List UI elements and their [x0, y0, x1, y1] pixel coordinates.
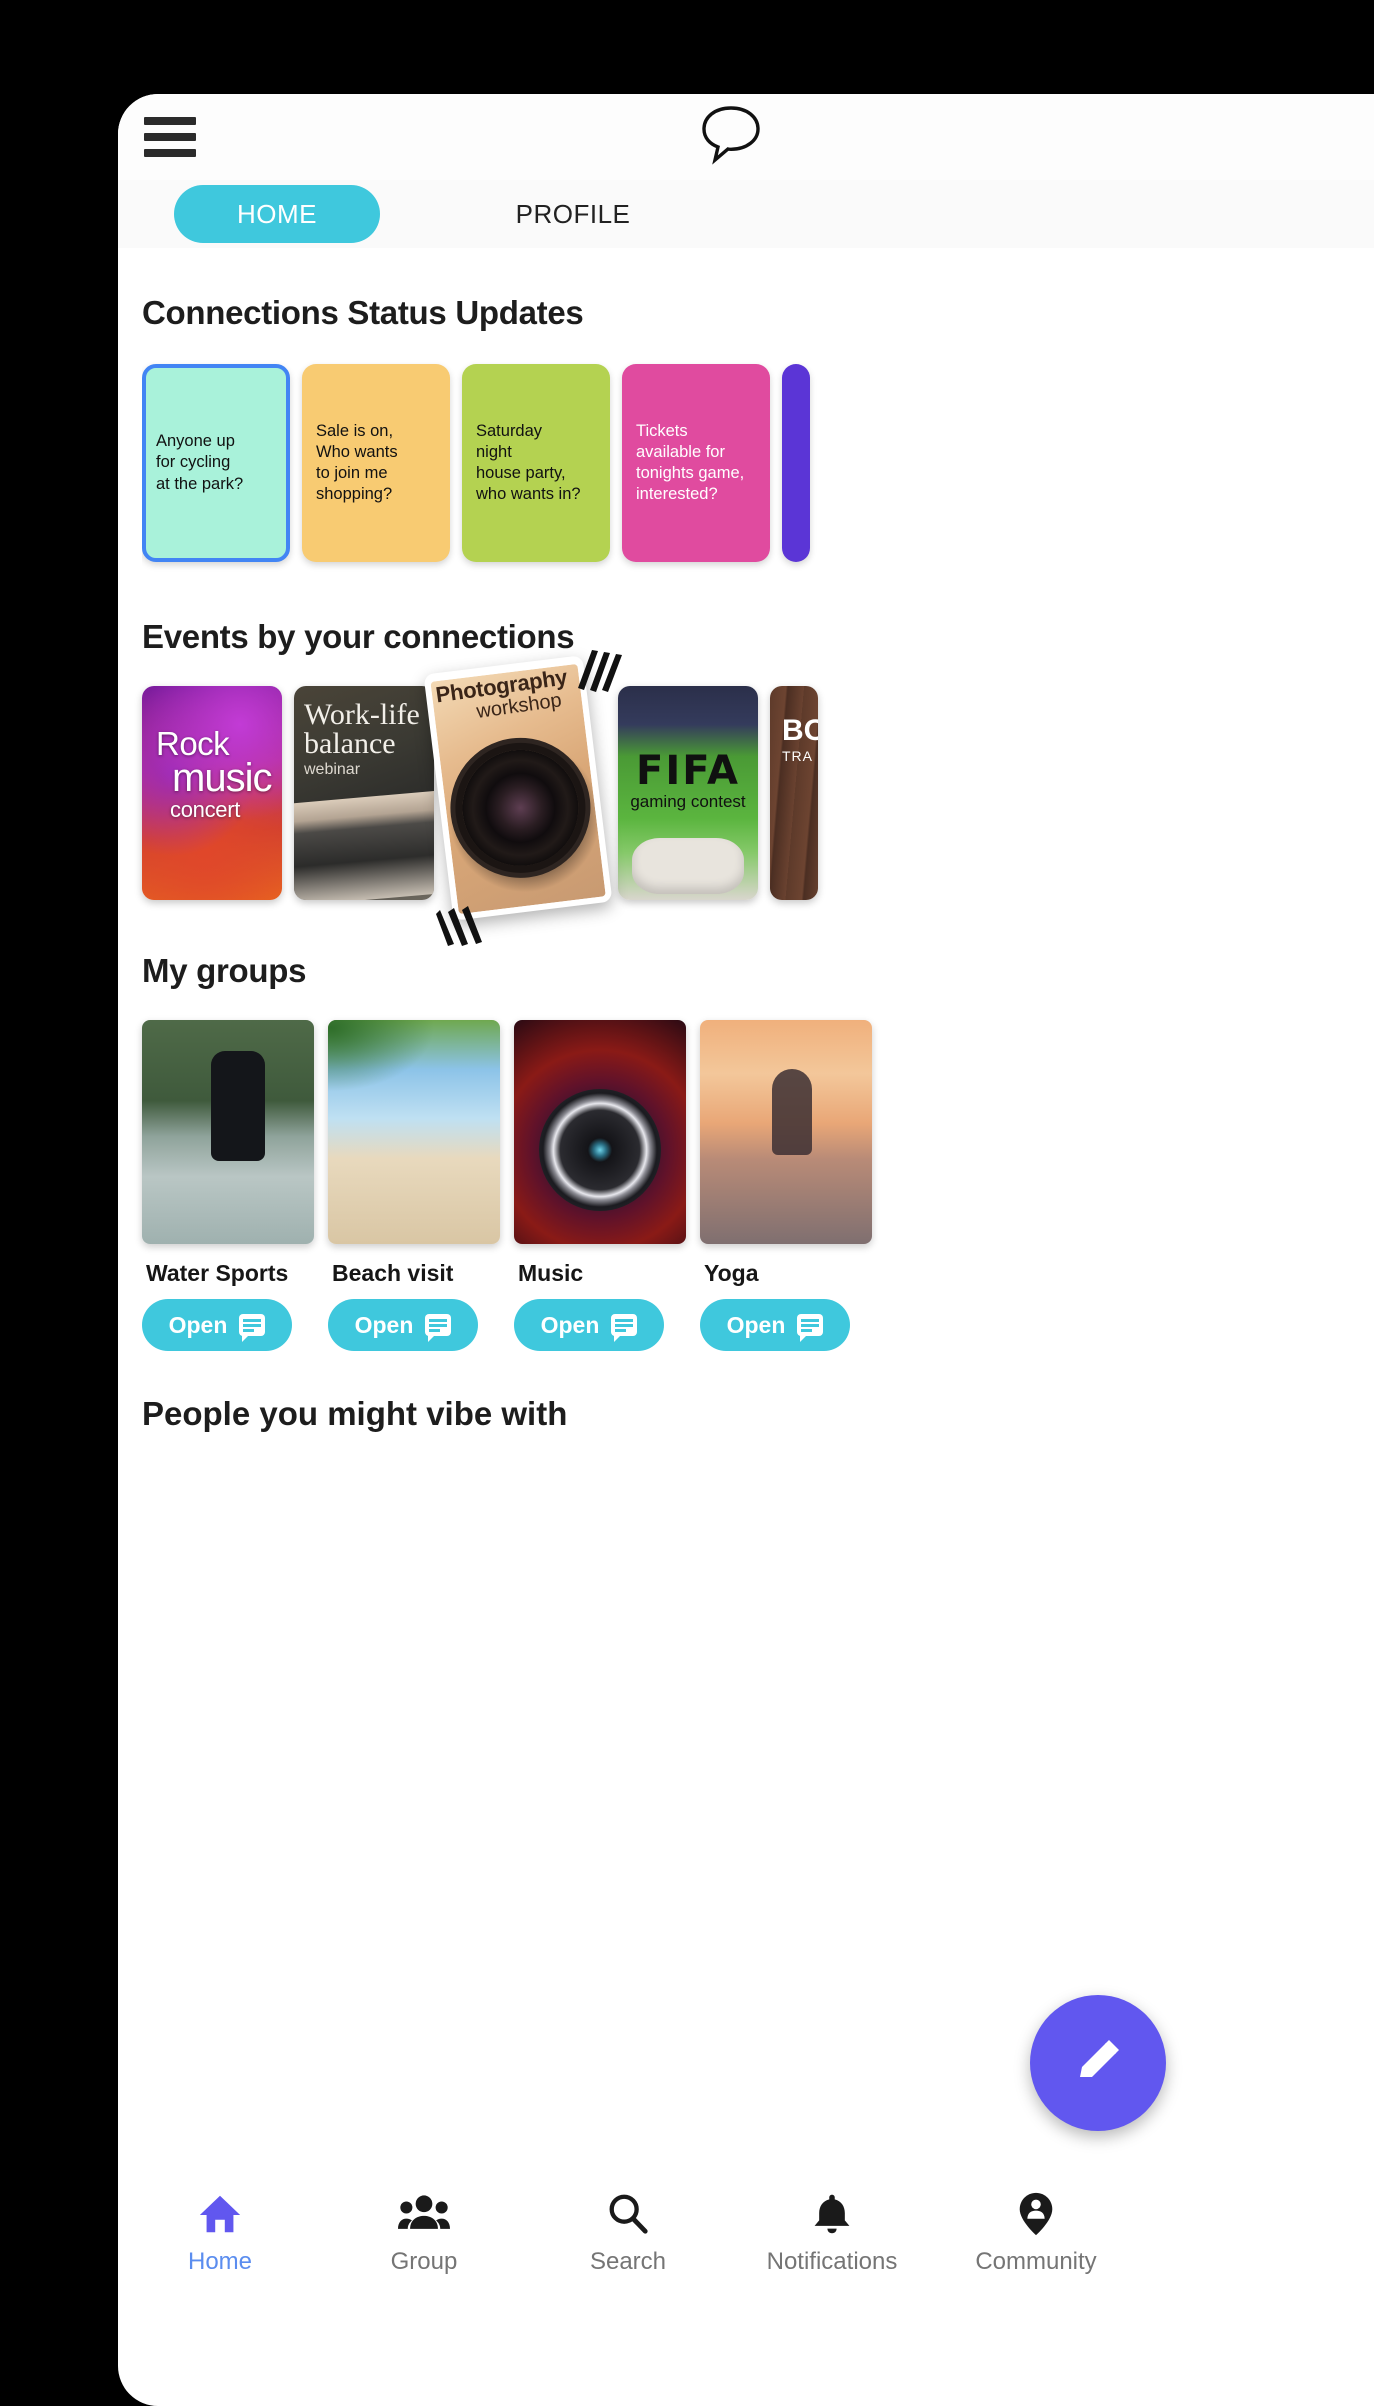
search-icon: [605, 2190, 651, 2238]
event-line-1: FIFA: [636, 748, 740, 794]
message-bubble-icon: [425, 1314, 452, 1342]
connections-status-header: Connections Status Updates View All: [142, 294, 1374, 332]
music-image: [514, 1020, 686, 1244]
yoga-image: [700, 1020, 872, 1244]
open-button-label: Open: [354, 1311, 414, 1338]
open-group-button[interactable]: Open: [514, 1299, 664, 1351]
open-button-label: Open: [540, 1311, 600, 1338]
event-card-rock-music-concert[interactable]: Rock music concert: [142, 686, 282, 900]
nav-item-group[interactable]: Group: [322, 2190, 526, 2276]
message-bubble-icon: [797, 1314, 824, 1342]
my-groups-header: My groups View All: [142, 952, 1374, 990]
status-card[interactable]: Anyone up for cycling at the park?: [142, 364, 290, 562]
message-bubble-icon: [239, 1314, 266, 1342]
group-thumbnail[interactable]: [700, 1020, 872, 1244]
event-line-1: Rock: [156, 725, 230, 762]
tab-bar: HOME PROFILE: [118, 180, 1374, 248]
event-line-2: gaming contest: [630, 792, 746, 811]
group-thumbnail[interactable]: [328, 1020, 500, 1244]
status-card-list[interactable]: Anyone up for cycling at the park? Sale …: [142, 358, 1374, 572]
section-title: Events by your connections: [142, 618, 575, 655]
group-name: Yoga: [704, 1260, 759, 1286]
event-card-photography-workshop[interactable]: Photography workshop: [423, 655, 613, 921]
bell-icon: [810, 2190, 854, 2238]
chat-bubble-icon[interactable]: [698, 102, 764, 168]
event-line-3: webinar: [304, 760, 361, 778]
app-header: [118, 94, 1374, 180]
group-item-water-sports[interactable]: Water Sports Open: [142, 1020, 314, 1351]
open-group-button[interactable]: Open: [328, 1299, 478, 1351]
water-sports-image: [142, 1020, 314, 1244]
events-section: Events by your connections View All Rock…: [118, 618, 1374, 946]
tab-home[interactable]: HOME: [174, 185, 380, 243]
group-item-yoga[interactable]: Yoga Open: [700, 1020, 872, 1351]
event-line-1: Work-life: [304, 698, 420, 731]
nav-label: Group: [390, 2248, 458, 2275]
phone-viewport: HOME PROFILE Connections Status Updates …: [118, 94, 1374, 2406]
status-card[interactable]: Sale is on, Who wants to join me shoppin…: [302, 364, 450, 562]
bottom-navigation-bar: Home Group Search Notifications Communit…: [118, 2172, 1374, 2312]
event-line-2: balance: [304, 727, 396, 761]
nav-item-notifications[interactable]: Notifications: [730, 2190, 934, 2276]
group-icon: [398, 2190, 450, 2238]
my-groups-section: My groups View All Water Sports Open: [118, 952, 1374, 1351]
laptop-keyboard-shape: [294, 790, 434, 900]
open-button-label: Open: [726, 1311, 786, 1338]
people-section-title: People you might vibe with: [142, 1395, 568, 1432]
hamburger-menu-icon[interactable]: [144, 117, 196, 157]
home-icon: [197, 2190, 243, 2238]
events-card-list[interactable]: Rock music concert Work-life balance web…: [142, 650, 1374, 946]
wood-caption: BO TRA: [782, 714, 818, 764]
event-card-work-life-balance-webinar[interactable]: Work-life balance webinar: [294, 686, 434, 900]
section-title: My groups: [142, 952, 307, 989]
nav-item-home[interactable]: Home: [118, 2190, 322, 2276]
nav-label: Notifications: [766, 2248, 898, 2275]
connections-status-section: Connections Status Updates View All Anyo…: [118, 294, 1374, 572]
section-title: Connections Status Updates: [142, 294, 584, 331]
event-line-2: TRA: [782, 748, 813, 764]
nav-label: Home: [187, 2248, 253, 2275]
status-card[interactable]: Saturday night house party, who wants in…: [462, 364, 610, 562]
event-line-2: music: [172, 756, 272, 801]
event-card-fifa-gaming-contest[interactable]: FIFA gaming contest: [618, 686, 758, 900]
fifa-caption: FIFA gaming contest: [618, 748, 758, 812]
group-thumbnail[interactable]: [142, 1020, 314, 1244]
nav-item-community[interactable]: Community: [934, 2190, 1138, 2276]
open-button-label: Open: [168, 1311, 228, 1338]
beach-visit-image: [328, 1020, 500, 1244]
work-life-caption: Work-life balance webinar: [304, 698, 420, 779]
nav-item-search[interactable]: Search: [526, 2190, 730, 2276]
camera-lens-shape: [455, 742, 586, 873]
group-item-music[interactable]: Music Open: [514, 1020, 686, 1351]
open-group-button[interactable]: Open: [700, 1299, 850, 1351]
nav-label: Search: [589, 2248, 667, 2275]
rock-music-caption: Rock music concert: [156, 725, 272, 823]
group-name: Water Sports: [146, 1260, 289, 1286]
location-pin-person-icon: [1015, 2190, 1057, 2238]
people-section: People you might vibe with: [118, 1395, 1374, 1433]
event-card-bo-training[interactable]: BO TRA: [770, 686, 818, 900]
groups-list[interactable]: Water Sports Open Beach visit Open Music…: [142, 1016, 1374, 1351]
status-card[interactable]: [782, 364, 810, 562]
status-card[interactable]: Tickets available for tonights game, int…: [622, 364, 770, 562]
tab-profile[interactable]: PROFILE: [470, 185, 676, 243]
group-item-beach-visit[interactable]: Beach visit Open: [328, 1020, 500, 1351]
events-header: Events by your connections View All: [142, 618, 1374, 656]
screen: HOME PROFILE Connections Status Updates …: [0, 0, 1374, 2406]
game-controller-shape: [632, 838, 744, 894]
open-group-button[interactable]: Open: [142, 1299, 292, 1351]
nav-label: Community: [975, 2248, 1097, 2275]
message-bubble-icon: [611, 1314, 638, 1342]
event-line-3: concert: [170, 797, 241, 823]
pencil-edit-icon: [1080, 2040, 1119, 2077]
compose-fab-button[interactable]: [1030, 1995, 1166, 2131]
group-thumbnail[interactable]: [514, 1020, 686, 1244]
event-line-1: BO: [782, 714, 818, 747]
group-name: Music: [518, 1260, 584, 1286]
group-name: Beach visit: [332, 1260, 454, 1286]
